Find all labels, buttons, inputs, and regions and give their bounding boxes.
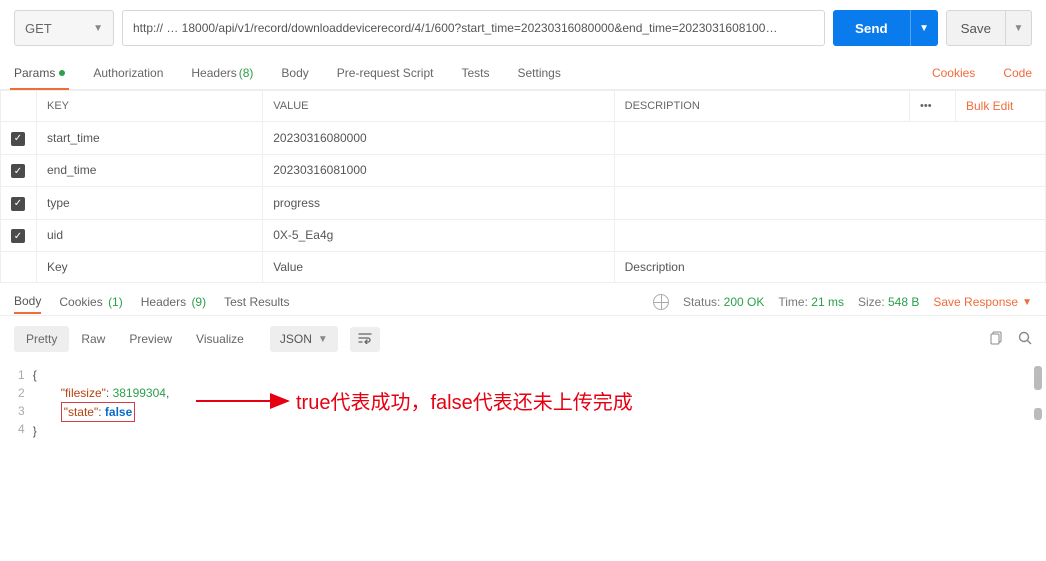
line-numbers: 1234 — [14, 362, 33, 444]
tab-params[interactable]: Params — [14, 56, 65, 89]
scrollbar-thumb[interactable] — [1034, 366, 1042, 390]
resp-tab-cookies[interactable]: Cookies (1) — [59, 291, 122, 313]
search-icon[interactable] — [1018, 331, 1032, 348]
tab-settings[interactable]: Settings — [518, 56, 561, 89]
wrap-lines-button[interactable] — [350, 327, 380, 352]
checkbox-checked-icon[interactable]: ✓ — [11, 197, 25, 211]
code-link[interactable]: Code — [1003, 66, 1032, 80]
tab-body[interactable]: Body — [281, 56, 308, 89]
response-body[interactable]: { "filesize": 38199304, "state": false } — [33, 362, 170, 444]
table-row[interactable]: ✓ uid 0X-5_Ea4g — [1, 219, 1046, 252]
checkbox-checked-icon[interactable]: ✓ — [11, 164, 25, 178]
size-label: Size: 548 B — [858, 295, 919, 309]
resp-tab-headers[interactable]: Headers (9) — [141, 291, 206, 313]
annotation-text: true代表成功，false代表还未上传完成 — [296, 386, 633, 415]
table-row[interactable]: ✓ end_time 20230316081000 — [1, 154, 1046, 187]
globe-icon[interactable] — [653, 294, 669, 310]
url-input[interactable] — [122, 10, 825, 46]
send-dropdown-button[interactable]: ▼ — [910, 10, 938, 46]
scrollbar-thumb[interactable] — [1034, 408, 1042, 420]
resp-tab-tests[interactable]: Test Results — [224, 291, 289, 313]
resp-tab-body[interactable]: Body — [14, 290, 41, 314]
method-value: GET — [25, 21, 52, 36]
chevron-down-icon: ▼ — [93, 23, 103, 34]
view-raw[interactable]: Raw — [69, 326, 117, 352]
save-response-button[interactable]: Save Response ▼ — [933, 295, 1032, 309]
bulk-edit-link[interactable]: Bulk Edit — [966, 99, 1013, 113]
view-visualize[interactable]: Visualize — [184, 326, 256, 352]
active-dot-icon — [59, 70, 65, 76]
view-pretty[interactable]: Pretty — [14, 326, 69, 352]
status-label: Status: 200 OK — [683, 295, 764, 309]
chevron-down-icon: ▼ — [1022, 297, 1032, 308]
copy-icon[interactable] — [990, 331, 1004, 348]
col-desc: DESCRIPTION — [614, 91, 909, 122]
chevron-down-icon: ▼ — [919, 23, 929, 34]
checkbox-checked-icon[interactable]: ✓ — [11, 132, 25, 146]
table-row[interactable]: ✓ start_time 20230316080000 — [1, 122, 1046, 155]
params-table: KEY VALUE DESCRIPTION ••• Bulk Edit ✓ st… — [0, 90, 1046, 283]
chevron-down-icon: ▼ — [318, 334, 328, 345]
checkbox-checked-icon[interactable]: ✓ — [11, 229, 25, 243]
save-dropdown-button[interactable]: ▼ — [1006, 10, 1032, 46]
table-row-new[interactable]: Key Value Description — [1, 252, 1046, 283]
view-preview[interactable]: Preview — [117, 326, 184, 352]
table-row[interactable]: ✓ type progress — [1, 187, 1046, 220]
save-button[interactable]: Save — [946, 10, 1006, 46]
tab-headers[interactable]: Headers (8) — [191, 56, 253, 89]
col-key: KEY — [37, 91, 263, 122]
annotation-arrow-icon — [196, 390, 296, 412]
tab-prerequest[interactable]: Pre-request Script — [337, 56, 434, 89]
cookies-link[interactable]: Cookies — [932, 66, 975, 80]
time-label: Time: 21 ms — [778, 295, 844, 309]
tab-tests[interactable]: Tests — [461, 56, 489, 89]
more-options-button[interactable]: ••• — [910, 91, 956, 122]
chevron-down-icon: ▼ — [1014, 23, 1024, 34]
http-method-select[interactable]: GET ▼ — [14, 10, 114, 46]
body-format-select[interactable]: JSON ▼ — [270, 326, 338, 352]
col-value: VALUE — [263, 91, 614, 122]
tab-authorization[interactable]: Authorization — [93, 56, 163, 89]
send-button[interactable]: Send — [833, 10, 910, 46]
wrap-icon — [358, 332, 372, 344]
